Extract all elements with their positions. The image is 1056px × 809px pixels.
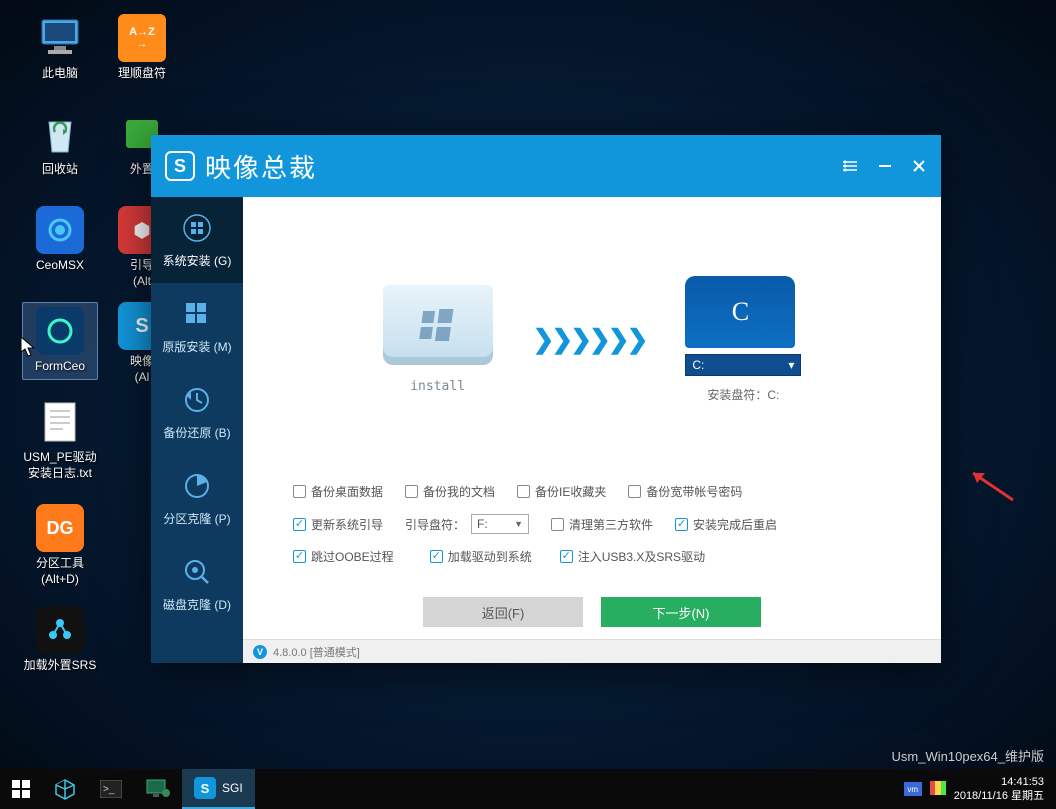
windows-icon [181, 212, 213, 244]
chk-inject-usb3[interactable]: 注入USB3.X及SRS驱动 [560, 548, 705, 565]
desktop-icon-this-pc[interactable]: 此电脑 [22, 14, 98, 82]
taskbar: >_ S SGI vm 14:41:53 2018/11/16 星期五 [0, 769, 1056, 809]
taskbar-app-label: SGI [222, 781, 243, 795]
boot-drive-label: 引导盘符： [405, 516, 465, 533]
app-title: 映像总裁 [205, 148, 317, 185]
boot-drive-select[interactable]: F:▼ [471, 514, 529, 534]
app-logo: S 映像总裁 [165, 148, 317, 185]
desktop-icon-txt[interactable]: USM_PE驱动 安装日志.txt [22, 398, 98, 481]
taskbar-item-sgi[interactable]: S SGI [182, 769, 255, 809]
sidebar-item-disk-clone[interactable]: 磁盘克隆 (D) [151, 541, 243, 627]
arrows-icon: ❯❯❯❯❯❯ [533, 324, 646, 355]
desktop-watermark: Usm_Win10pex64_维护版 [892, 746, 1044, 765]
sidebar-item-original-install[interactable]: 原版安装 (M) [151, 283, 243, 369]
chevron-down-icon: ▼ [514, 519, 523, 529]
minimize-button[interactable] [877, 158, 893, 174]
taskbar-item-terminal[interactable]: >_ [88, 769, 134, 809]
back-button[interactable]: 返回(F) [423, 597, 583, 627]
install-label: install [383, 379, 493, 394]
sidebar-item-label: 原版安装 (M) [162, 338, 231, 355]
windows-flat-icon [181, 298, 213, 330]
taskbar-clock[interactable]: 14:41:53 2018/11/16 星期五 [954, 775, 1044, 804]
taskbar-item-monitor[interactable] [134, 769, 182, 809]
menu-icon[interactable] [843, 158, 859, 174]
drive-icon: C [685, 276, 795, 348]
install-disk-icon [383, 285, 493, 365]
tray-icon-flag[interactable] [930, 781, 946, 798]
desktop-icon-sort-drives[interactable]: A→Z→ 理顺盘符 [104, 14, 180, 82]
status-bar: V 4.8.0.0 [普通模式] [243, 639, 941, 663]
sidebar-item-label: 磁盘克隆 (D) [163, 596, 231, 613]
srs-icon [36, 606, 84, 654]
pc-icon [36, 14, 84, 62]
sidebar-item-label: 系统安装 (G) [163, 252, 232, 269]
content-area: install ❯❯❯❯❯❯ C C: ▾ 安装盘符：C: 备份桌 [243, 197, 941, 663]
chk-backup-broadband[interactable]: 备份宽带帐号密码 [628, 483, 742, 500]
pie-icon [181, 470, 213, 502]
desktop-icon-formceo[interactable]: FormCeo [22, 302, 98, 380]
svg-text:>_: >_ [103, 784, 115, 795]
formceo-icon [36, 307, 84, 355]
txt-icon [36, 398, 84, 446]
sidebar-item-system-install[interactable]: 系统安装 (G) [151, 197, 243, 283]
chk-load-drivers[interactable]: 加载驱动到系统 [430, 548, 532, 565]
partition-icon: DG [36, 504, 84, 552]
ceomsx-icon [36, 206, 84, 254]
desktop-icon-srs[interactable]: 加载外置SRS [22, 606, 98, 674]
chk-reboot-after[interactable]: 安装完成后重启 [675, 516, 777, 533]
clock-time: 14:41:53 [954, 775, 1044, 789]
chk-backup-desktop[interactable]: 备份桌面数据 [293, 483, 383, 500]
desktop-icon-partition[interactable]: DG 分区工具 (Alt+D) [22, 504, 98, 587]
titlebar[interactable]: S 映像总裁 [151, 135, 941, 197]
desktop-icon-recycle[interactable]: 回收站 [22, 110, 98, 178]
tray-icon-vm[interactable]: vm [904, 782, 922, 796]
drive-letter: C [732, 297, 749, 327]
desktop-icon-ceomsx[interactable]: CeoMSX [22, 206, 98, 274]
close-button[interactable] [911, 158, 927, 174]
drive-select-value: C: [692, 358, 704, 372]
system-tray: vm 14:41:53 2018/11/16 星期五 [904, 775, 1056, 804]
recycle-icon [36, 110, 84, 158]
sort-icon: A→Z→ [118, 14, 166, 62]
app-logo-icon: S [165, 151, 195, 181]
options-panel: 备份桌面数据 备份我的文档 备份IE收藏夹 备份宽带帐号密码 更新系统引导 引导… [243, 471, 941, 587]
drive-select[interactable]: C: ▾ [685, 354, 801, 376]
target-drive: C C: ▾ 安装盘符：C: [685, 276, 801, 403]
source-install: install [383, 285, 493, 394]
clock-date: 2018/11/16 星期五 [954, 789, 1044, 803]
chk-update-boot[interactable]: 更新系统引导 [293, 516, 383, 533]
chk-backup-docs[interactable]: 备份我的文档 [405, 483, 495, 500]
sidebar-item-backup-restore[interactable]: 备份还原 (B) [151, 369, 243, 455]
version-badge-icon: V [253, 645, 267, 659]
sidebar: 系统安装 (G) 原版安装 (M) 备份还原 (B) 分区克隆 (P) 磁盘克隆… [151, 197, 243, 663]
chevron-down-icon: ▾ [788, 358, 794, 372]
app-window: S 映像总裁 系统安装 (G) 原版安装 (M) 备份还原 (B) [151, 135, 941, 663]
version-text: 4.8.0.0 [普通模式] [273, 644, 360, 660]
target-label: 安装盘符：C: [685, 386, 801, 403]
restore-icon [181, 384, 213, 416]
start-button[interactable] [0, 769, 42, 809]
sidebar-item-label: 备份还原 (B) [163, 424, 230, 441]
next-button[interactable]: 下一步(N) [601, 597, 761, 627]
sidebar-item-label: 分区克隆 (P) [163, 510, 230, 527]
disk-search-icon [181, 556, 213, 588]
sgi-icon: S [194, 777, 216, 799]
sidebar-item-partition-clone[interactable]: 分区克隆 (P) [151, 455, 243, 541]
chk-skip-oobe[interactable]: 跳过OOBE过程 [293, 548, 394, 565]
chk-clean-3rdparty[interactable]: 清理第三方软件 [551, 516, 653, 533]
chk-backup-ie[interactable]: 备份IE收藏夹 [517, 483, 606, 500]
taskbar-item-cube[interactable] [42, 769, 88, 809]
